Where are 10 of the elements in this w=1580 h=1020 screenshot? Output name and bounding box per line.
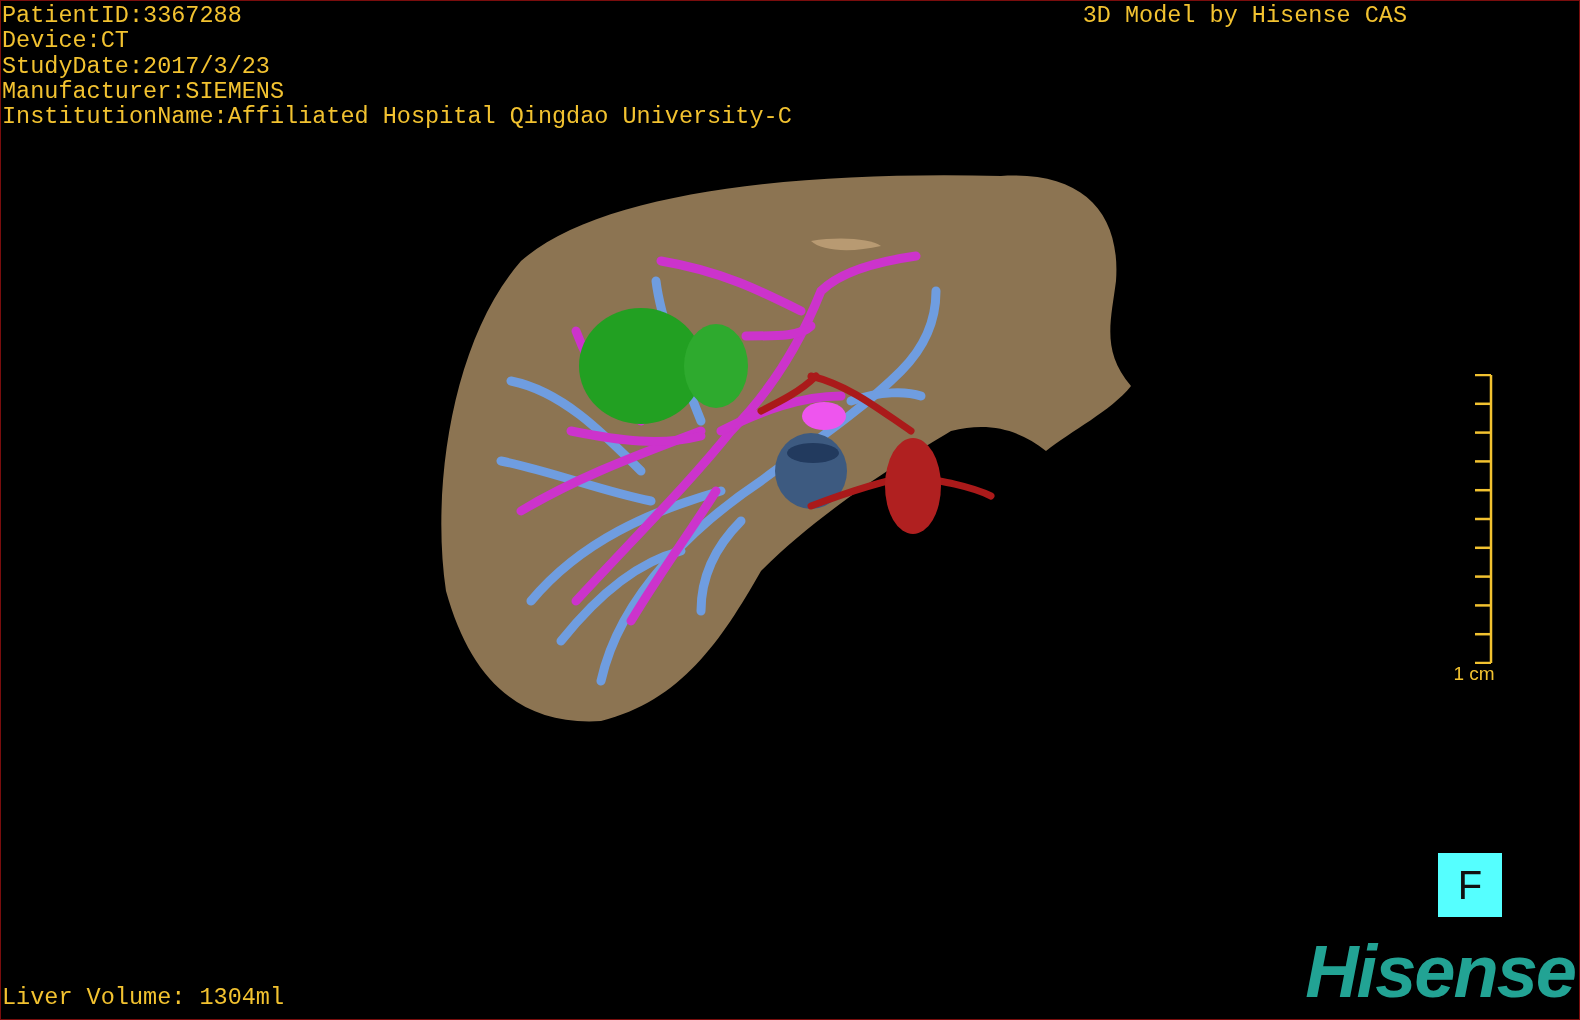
info-text: StudyDate:2017/3/23 bbox=[2, 53, 271, 79]
viewer-title: 3D Model by Hisense CAS bbox=[1082, 3, 1407, 31]
brand-logo: Hisense bbox=[1305, 937, 1576, 1015]
scale-label: 1 cm bbox=[1453, 664, 1495, 685]
info-text: InstitutionName:Affiliated Hospital Qingdao University-C bbox=[2, 104, 792, 130]
liver-volume-text: Liver Volume: 1304ml bbox=[1, 984, 285, 1013]
info-text: PatientID:3367288 bbox=[2, 3, 243, 29]
info-text: Device:CT bbox=[2, 28, 130, 54]
info-text: Manufacturer:SIEMENS bbox=[2, 78, 286, 105]
orientation-button[interactable]: F bbox=[1438, 853, 1502, 917]
